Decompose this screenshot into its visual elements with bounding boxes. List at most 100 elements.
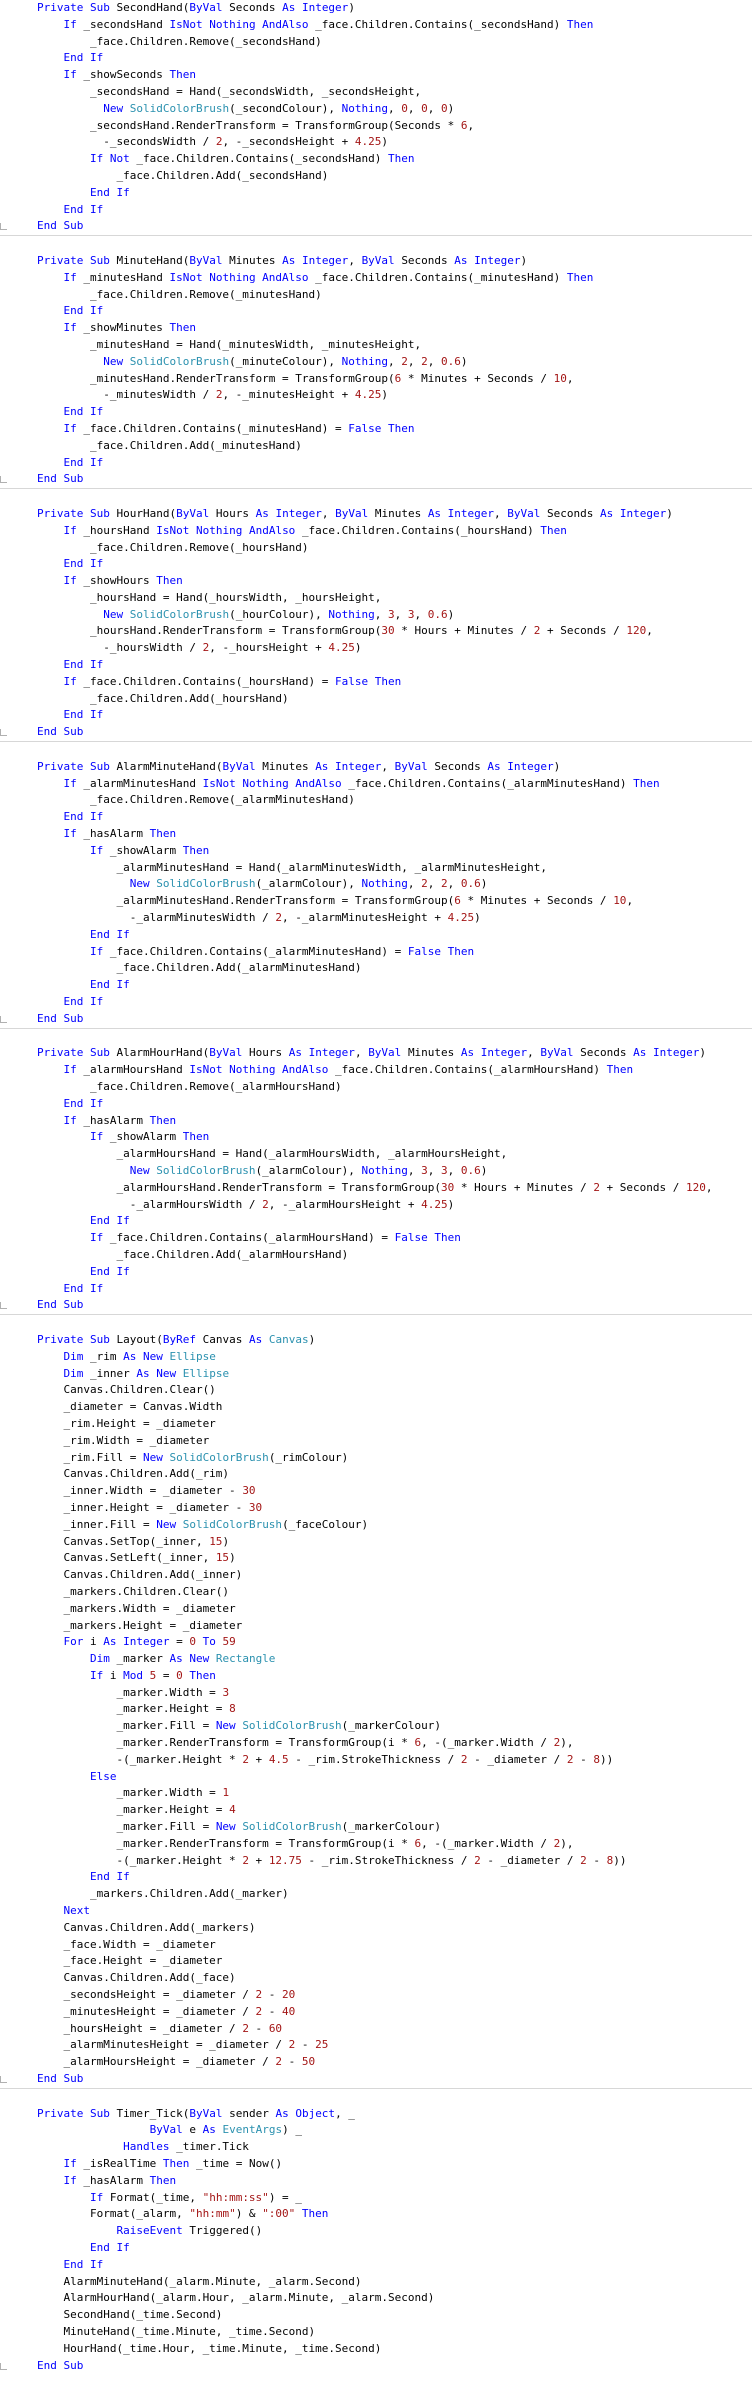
keyword-token: Nothing [328,607,375,621]
keyword-token: If [63,321,84,335]
type-token: Rectangle [215,1652,276,1666]
gutter [0,506,30,523]
code-text: -_alarmHoursWidth / 2, -_alarmHoursHeigh… [37,1197,455,1214]
code-text: For i As Integer = 0 To 59 [37,1634,236,1651]
code-token: - [295,2038,316,2052]
code-token: ) [699,1046,706,1060]
outline-end-marker[interactable] [0,476,7,484]
number-token: 2 [401,354,408,368]
code-text: Canvas.SetLeft(_inner, 15) [37,1550,235,1567]
keyword-token: ByRef [162,1332,203,1346]
code-text: _face.Width = _diameter [37,1937,216,1954]
keyword-token: ByVal [507,506,548,520]
keyword-token: Mod [123,1668,150,1682]
code-token: Minutes [229,253,283,267]
code-line: New SolidColorBrush(_minuteColour), Noth… [0,354,752,371]
code-token: ) [348,1,355,14]
code-token: Seconds [580,1046,634,1060]
type-token: SolidColorBrush [156,877,256,891]
gutter [0,185,30,202]
number-token: 2 [242,1853,249,1867]
gutter [0,1685,30,1702]
keyword-token: ByVal [361,253,402,267]
type-token: SolidColorBrush [182,1517,283,1531]
keyword-token: Nothing [361,1163,408,1177]
code-line: _diameter = Canvas.Width [0,1399,752,1416]
outline-end-marker[interactable] [0,729,7,737]
keyword-token: ByVal [335,506,375,520]
code-token: , [427,1163,442,1177]
code-token: -_secondsWidth / [37,135,216,149]
gutter [0,1651,30,1668]
code-line: End If [0,657,752,674]
code-token: ), [560,1736,574,1750]
outline-end-marker[interactable] [0,2076,7,2084]
code-token: _face.Width = _diameter [37,1937,216,1951]
code-token: , [388,101,402,115]
type-token: Ellipse [169,1349,216,1363]
gutter [0,2054,30,2071]
code-text: If _showAlarm Then [37,843,209,860]
gutter [0,1113,30,1130]
number-token: 10 [613,894,627,908]
gutter [0,1735,30,1752]
code-token: , [705,1180,713,1194]
code-token: , [646,624,653,638]
code-text: If _face.Children.Contains(_hoursHand) =… [37,674,402,691]
keyword-token: If [89,1668,110,1682]
code-token: _face.Children.Contains(_alarmHoursHand) [335,1063,607,1077]
number-token: 4.25 [354,135,382,149]
code-line: _minutesHand.RenderTransform = Transform… [0,371,752,388]
code-token: ) [520,253,528,267]
code-token: _face.Children.Contains(_hoursHand) = [83,674,336,688]
number-token: 15 [215,1551,230,1565]
gutter [0,118,30,135]
keyword-token: For [63,1635,90,1649]
code-line: _face.Children.Remove(_secondsHand) [0,34,752,51]
number-token: 30 [242,1484,256,1498]
gutter [0,2156,30,2173]
number-token: 2 [474,1853,481,1867]
code-text: _markers.Height = _diameter [37,1618,242,1635]
gutter [0,202,30,219]
number-token: 2 [441,877,448,891]
code-token: = [169,1635,190,1649]
keyword-token: If [63,674,84,688]
gutter [0,253,30,270]
code-line: End Sub [0,1011,752,1028]
outline-end-marker[interactable] [0,2362,7,2370]
code-text: _marker.Width = 1 [37,1785,229,1802]
outline-end-marker[interactable] [0,223,7,231]
code-token: _hasAlarm [83,2173,150,2187]
keyword-token: End Sub [37,1298,84,1312]
code-token: + Seconds / [599,1180,687,1194]
code-line: End If [0,977,752,994]
keyword-token: Then [295,2207,329,2221]
code-text: Private Sub AlarmMinuteHand(ByVal Minute… [37,759,560,776]
gutter [0,1718,30,1735]
outline-end-marker[interactable] [0,1015,7,1023]
code-editor[interactable]: Private Sub SecondHand(ByVal Seconds As … [0,0,752,2374]
keyword-token: End If [63,455,104,469]
code-text: If _hasAlarm Then [37,1113,177,1130]
outline-end-marker[interactable] [0,1302,7,1310]
code-token: _face.Children.Remove(_hoursHand) [37,540,309,554]
code-line: _secondsHeight = _diameter / 2 - 20 [0,1987,752,2004]
code-text: End If [37,1281,104,1298]
code-token: , [354,1046,369,1060]
code-line: _rim.Fill = New SolidColorBrush(_rimColo… [0,1450,752,1467]
number-token: 0 [176,1668,183,1682]
code-line: AlarmMinuteHand(_alarm.Minute, _alarm.Se… [0,2274,752,2291]
keyword-token: End If [63,1096,104,1110]
keyword-token: Then [182,1130,210,1144]
code-token: , [427,354,442,368]
keyword-token: ByVal [189,1,230,14]
code-token: - _diameter / [467,1752,567,1766]
code-text: If _hasAlarm Then [37,2173,177,2190]
code-line: If _face.Children.Contains(_hoursHand) =… [0,674,752,691]
number-token: 2 [593,1180,600,1194]
